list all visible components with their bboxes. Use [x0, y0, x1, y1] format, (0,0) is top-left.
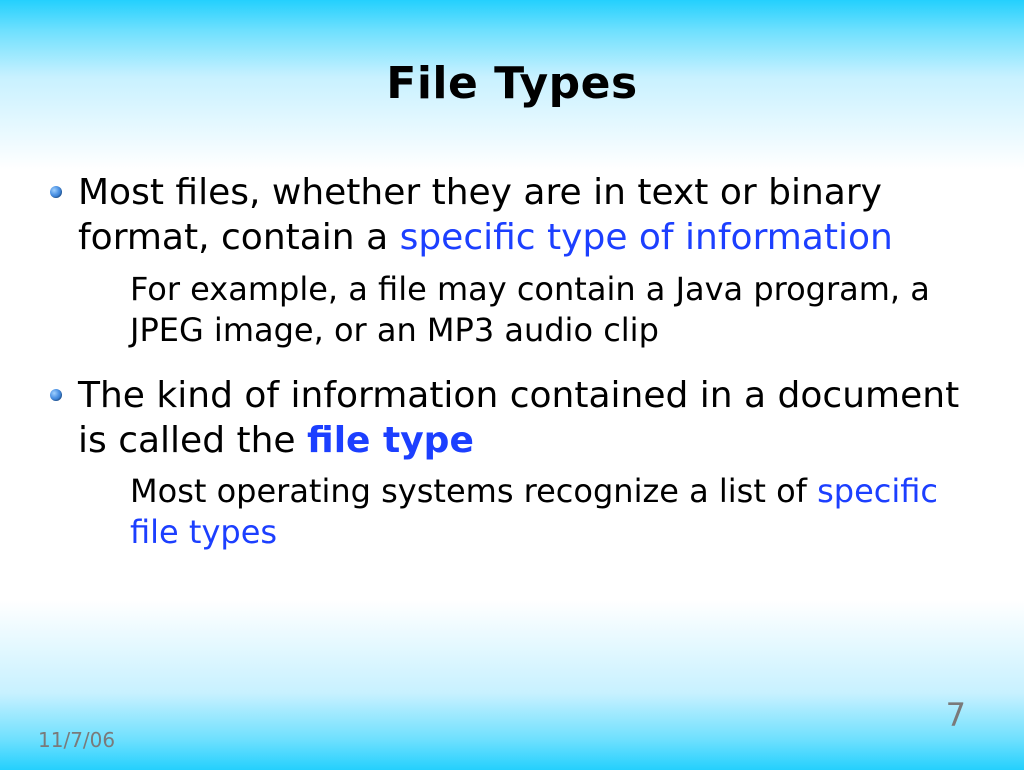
bullet-item: Most files, whether they are in text or … — [50, 170, 974, 261]
text-run: Most operating systems recognize a list … — [130, 472, 817, 510]
highlight-text: file type — [307, 420, 474, 461]
text-run: The kind of information contained in a d… — [78, 375, 959, 461]
bullet-icon — [50, 389, 62, 401]
sub-bullet-text: For example, a file may contain a Java p… — [130, 269, 974, 351]
sub-bullet-text: Most operating systems recognize a list … — [130, 471, 974, 553]
highlight-text: specific type of information — [400, 217, 893, 258]
bullet-text: The kind of information contained in a d… — [78, 373, 974, 464]
footer-date: 11/7/06 — [38, 728, 115, 752]
slide-title: File Types — [0, 0, 1024, 109]
footer-page-number: 7 — [946, 696, 966, 734]
bullet-icon — [50, 186, 62, 198]
text-run: For example, a file may contain a Java p… — [130, 270, 930, 349]
slide-content: Most files, whether they are in text or … — [50, 170, 974, 575]
bullet-item: The kind of information contained in a d… — [50, 373, 974, 464]
bullet-text: Most files, whether they are in text or … — [78, 170, 974, 261]
